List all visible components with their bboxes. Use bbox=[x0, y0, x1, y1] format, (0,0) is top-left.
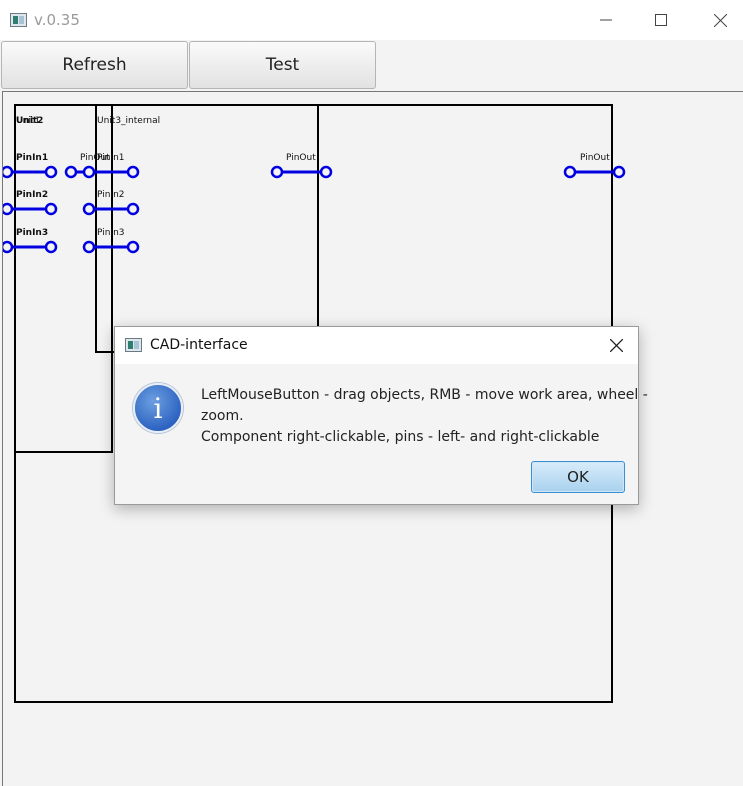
maximize-button[interactable] bbox=[638, 0, 684, 40]
unit3-pinin2-label: PinIn2 bbox=[97, 190, 125, 200]
unit2-pinin3-label: PinIn3 bbox=[16, 228, 48, 238]
unit3-internal-label: Unit3_internal bbox=[97, 116, 160, 126]
dialog-message: LeftMouseButton - drag objects, RMB - mo… bbox=[201, 385, 648, 448]
unit3-pinin1-label: PinIn1 bbox=[97, 153, 125, 163]
close-icon bbox=[713, 13, 727, 27]
dialog-app-icon bbox=[125, 338, 142, 352]
window-title: v.0.35 bbox=[34, 11, 80, 29]
unit2-pinin1[interactable] bbox=[3, 165, 58, 179]
ok-button[interactable]: OK bbox=[531, 461, 625, 493]
window-titlebar: v.0.35 bbox=[0, 0, 743, 40]
dialog-message-line1: LeftMouseButton - drag objects, RMB - mo… bbox=[201, 387, 648, 403]
maximize-icon bbox=[655, 14, 667, 26]
unit3-pinin3-label: PinIn3 bbox=[97, 228, 125, 238]
dialog-message-line2: zoom. bbox=[201, 408, 244, 424]
dialog-titlebar: CAD-interface bbox=[115, 327, 638, 364]
unit3-pinout-label: PinOut bbox=[286, 153, 316, 163]
unit2-pinin2-label: PinIn2 bbox=[16, 190, 48, 200]
unit1-label: Unit1 bbox=[16, 116, 40, 126]
unit2-pinin3[interactable] bbox=[3, 240, 58, 254]
info-icon: i bbox=[133, 383, 183, 433]
info-dialog: CAD-interface i LeftMouseButton - drag o… bbox=[114, 326, 648, 505]
unit3-pinout[interactable] bbox=[270, 165, 333, 179]
dialog-title: CAD-interface bbox=[150, 337, 248, 353]
dialog-message-line3: Component right-clickable, pins - left- … bbox=[201, 429, 600, 445]
unit2-pinout-label: PinOut bbox=[580, 153, 610, 163]
app-icon bbox=[10, 13, 27, 27]
dialog-close-button[interactable] bbox=[602, 331, 630, 359]
close-button[interactable] bbox=[697, 0, 743, 40]
unit2-pinin2[interactable] bbox=[3, 202, 58, 216]
minimize-icon bbox=[600, 19, 612, 21]
unit2-pinout[interactable] bbox=[563, 165, 626, 179]
minimize-button[interactable] bbox=[583, 0, 629, 40]
unit2-pinin1-label: PinIn1 bbox=[16, 153, 48, 163]
unit3-internal-component[interactable] bbox=[95, 104, 319, 353]
test-button[interactable]: Test bbox=[189, 41, 376, 89]
close-icon bbox=[609, 338, 623, 352]
refresh-button[interactable]: Refresh bbox=[1, 41, 188, 89]
